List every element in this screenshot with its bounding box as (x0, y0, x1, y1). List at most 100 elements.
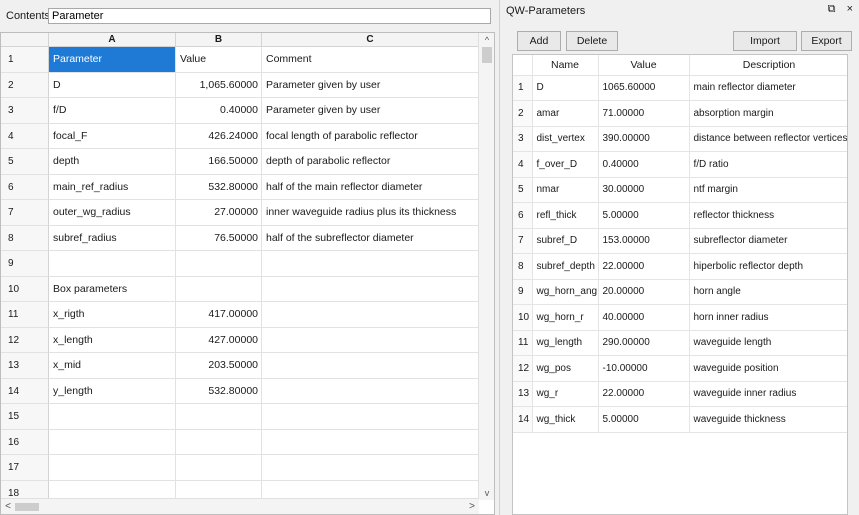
cell-c[interactable] (262, 404, 479, 430)
import-button[interactable]: Import (733, 31, 797, 51)
row-header[interactable]: 9 (1, 251, 49, 277)
horizontal-scrollbar[interactable]: < > (1, 498, 479, 514)
parameter-row[interactable]: 1 D 1065.60000 main reflector diameter (513, 75, 847, 101)
name-header[interactable]: Name (532, 55, 599, 76)
row-header[interactable]: 5 (1, 149, 49, 175)
row-index[interactable]: 11 (513, 330, 533, 356)
cell-b[interactable]: 27.00000 (176, 200, 262, 226)
cell-c[interactable] (262, 378, 479, 404)
cell-c[interactable] (262, 327, 479, 353)
cell-b[interactable]: 427.00000 (176, 327, 262, 353)
cell-b[interactable] (176, 276, 262, 302)
param-description[interactable]: horn inner radius (689, 304, 847, 331)
param-name[interactable]: wg_thick (532, 406, 599, 433)
cell-b[interactable] (176, 455, 262, 481)
cell-a[interactable]: f/D (49, 98, 176, 124)
row-header[interactable]: 4 (1, 123, 49, 149)
row-index[interactable]: 4 (513, 151, 533, 178)
parameter-row[interactable]: 3 dist_vertex 390.00000 distance between re… (513, 126, 847, 152)
param-name[interactable]: amar (532, 100, 599, 127)
param-value[interactable]: 71.00000 (598, 100, 690, 127)
param-name[interactable]: f_over_D (532, 151, 599, 178)
cell-c[interactable]: inner waveguide radius plus its thicknes… (262, 200, 479, 226)
row-header[interactable]: 11 (1, 302, 49, 328)
cell-a[interactable]: main_ref_radius (49, 174, 176, 200)
parameter-row[interactable]: 7 subref_D 153.00000 subreflector diameter (513, 228, 847, 254)
cell-b[interactable]: Value (176, 47, 262, 73)
vertical-scroll-thumb[interactable] (482, 47, 492, 63)
vertical-scrollbar[interactable]: ^ v (478, 33, 494, 500)
row-index[interactable]: 8 (513, 253, 533, 280)
row-index[interactable]: 7 (513, 228, 533, 254)
param-name[interactable]: dist_vertex (532, 126, 599, 152)
row-index[interactable]: 2 (513, 100, 533, 127)
column-header-a[interactable]: A (49, 33, 176, 47)
cell-a[interactable]: x_length (49, 327, 176, 353)
param-description[interactable]: hiperbolic reflector depth (689, 253, 847, 280)
row-index[interactable]: 9 (513, 279, 533, 305)
contents-input[interactable] (48, 8, 491, 24)
param-name[interactable]: wg_r (532, 381, 599, 407)
cell-b[interactable] (176, 404, 262, 430)
param-description[interactable]: waveguide position (689, 355, 847, 382)
parameter-row[interactable]: 10 wg_horn_r 40.00000 horn inner radius (513, 304, 847, 331)
param-value[interactable]: 40.00000 (598, 304, 690, 331)
parameter-row[interactable]: 5 nmar 30.00000 ntf margin (513, 177, 847, 203)
row-index[interactable]: 6 (513, 202, 533, 229)
row-header[interactable]: 7 (1, 200, 49, 226)
parameter-row[interactable]: 8 subref_depth 22.00000 hiperbolic reflecto… (513, 253, 847, 280)
float-icon[interactable]: ⧉ (828, 3, 836, 15)
param-name[interactable]: wg_horn_ang (532, 279, 599, 305)
param-description[interactable]: waveguide length (689, 330, 847, 356)
cell-b[interactable]: 532.80000 (176, 378, 262, 404)
cell-b[interactable]: 426.24000 (176, 123, 262, 149)
parameter-row[interactable]: 13 wg_r 22.00000 waveguide inner radius (513, 381, 847, 407)
row-index[interactable]: 10 (513, 304, 533, 331)
close-icon[interactable]: × (847, 3, 853, 15)
delete-button[interactable]: Delete (566, 31, 618, 51)
cell-a[interactable]: Parameter (49, 47, 176, 73)
scroll-down-icon[interactable]: v (479, 486, 494, 500)
parameters-table[interactable]: Name Value Description 1 D 1065.60000 main … (512, 54, 848, 515)
parameter-row[interactable]: 12 wg_pos -10.00000 waveguide position (513, 355, 847, 382)
param-name[interactable]: wg_length (532, 330, 599, 356)
param-value[interactable]: 22.00000 (598, 381, 690, 407)
row-index[interactable]: 3 (513, 126, 533, 152)
param-description[interactable]: horn angle (689, 279, 847, 305)
cell-c[interactable]: Parameter given by user (262, 98, 479, 124)
param-value[interactable]: 1065.60000 (598, 75, 690, 101)
add-button[interactable]: Add (517, 31, 561, 51)
cell-c[interactable]: depth of parabolic reflector (262, 149, 479, 175)
row-header[interactable]: 1 (1, 47, 49, 73)
row-index[interactable]: 1 (513, 75, 533, 101)
cell-c[interactable] (262, 429, 479, 455)
row-header[interactable]: 10 (1, 276, 49, 302)
cell-c[interactable]: focal length of parabolic reflector (262, 123, 479, 149)
row-header[interactable]: 14 (1, 378, 49, 404)
param-name[interactable]: wg_horn_r (532, 304, 599, 331)
row-header[interactable]: 6 (1, 174, 49, 200)
param-name[interactable]: D (532, 75, 599, 101)
cell-a[interactable]: subref_radius (49, 225, 176, 251)
row-header[interactable]: 13 (1, 353, 49, 379)
cell-b[interactable] (176, 251, 262, 277)
row-index[interactable]: 14 (513, 406, 533, 433)
cell-a[interactable] (49, 455, 176, 481)
param-name[interactable]: wg_pos (532, 355, 599, 382)
param-value[interactable]: 5.00000 (598, 406, 690, 433)
param-name[interactable]: subref_D (532, 228, 599, 254)
scroll-up-icon[interactable]: ^ (479, 33, 494, 47)
param-value[interactable]: 5.00000 (598, 202, 690, 229)
cell-a[interactable] (49, 404, 176, 430)
export-button[interactable]: Export (801, 31, 852, 51)
row-header[interactable]: 8 (1, 225, 49, 251)
parameter-row[interactable]: 11 wg_length 290.00000 waveguide length (513, 330, 847, 356)
value-header[interactable]: Value (598, 55, 690, 76)
param-description[interactable]: waveguide thickness (689, 406, 847, 433)
cell-b[interactable]: 417.00000 (176, 302, 262, 328)
param-value[interactable]: 0.40000 (598, 151, 690, 178)
scroll-left-icon[interactable]: < (1, 499, 15, 514)
cell-a[interactable] (49, 429, 176, 455)
cell-b[interactable]: 1,065.60000 (176, 72, 262, 98)
cell-a[interactable]: x_mid (49, 353, 176, 379)
